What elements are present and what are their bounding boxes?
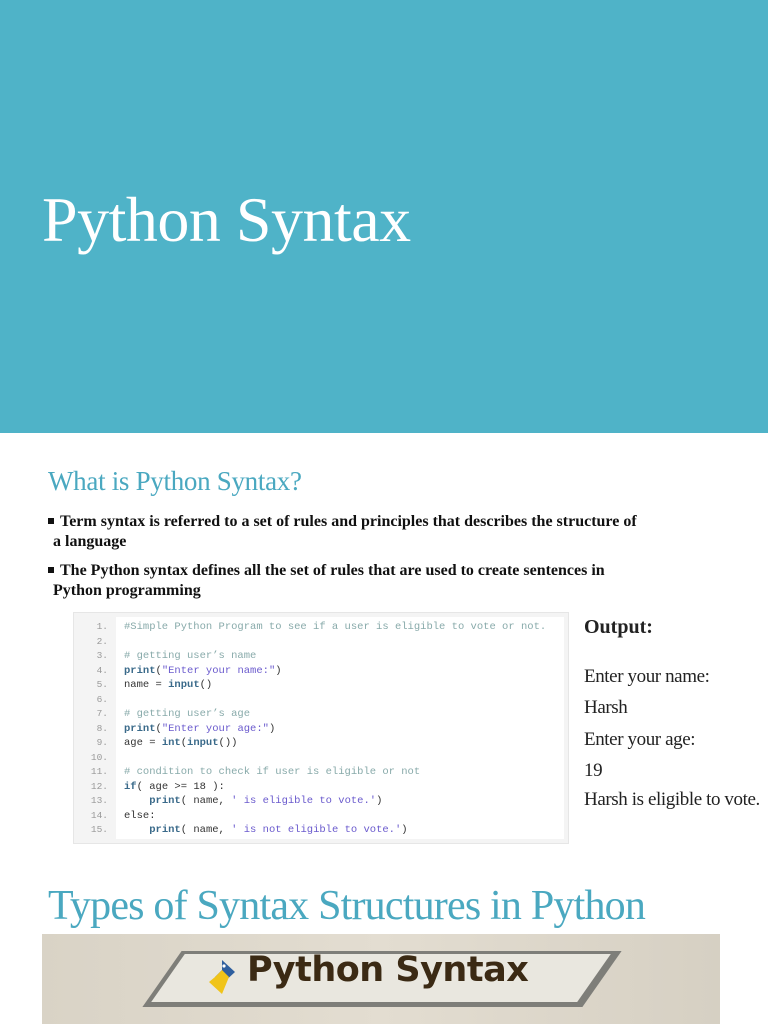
code-token-comment: #Simple Python Program to see if a user … xyxy=(124,621,547,633)
line-number: 5. xyxy=(96,679,108,690)
line-number: 15. xyxy=(90,824,108,835)
code-token-kw: if xyxy=(124,780,137,793)
output-line: 19 xyxy=(584,760,603,781)
code-token-str: ' is not eligible to vote.' xyxy=(231,824,402,836)
code-token-kw: print xyxy=(124,722,156,735)
line-number: 1. xyxy=(96,621,108,632)
code-token-plain: ( name, xyxy=(180,795,232,807)
line-number: 3. xyxy=(96,650,108,661)
line-number: 7. xyxy=(96,708,108,719)
section-heading-types: Types of Syntax Structures in Python xyxy=(48,883,646,929)
output-line: Enter your age: xyxy=(584,729,696,750)
code-token-plain: ()) xyxy=(218,737,238,749)
code-token-kw: int xyxy=(161,737,181,749)
title-slide-banner: Python Syntax xyxy=(0,0,768,433)
code-token-kw: print xyxy=(149,795,181,807)
code-token-comment: # getting user’s age xyxy=(124,708,251,720)
python-syntax-banner-image: Python Syntax xyxy=(42,934,720,1024)
slide-title: Python Syntax xyxy=(42,184,411,255)
code-token-kw: input xyxy=(187,737,219,749)
line-number: 6. xyxy=(96,693,108,705)
code-line: if( age >= 18 ): xyxy=(124,780,225,794)
code-token-kw: input xyxy=(168,679,200,691)
python-logo-icon xyxy=(209,960,235,994)
line-number: 8. xyxy=(96,722,108,734)
code-line: # condition to check if user is eligible… xyxy=(124,765,420,779)
section-heading: What is Python Syntax? xyxy=(48,466,302,496)
bullet-text: The Python syntax defines all the set of… xyxy=(60,562,605,579)
bullet-item: The Python syntax defines all the set of… xyxy=(48,561,728,601)
bullet-square-icon xyxy=(48,567,54,574)
code-token-str: "Enter your name:" xyxy=(161,664,276,677)
code-token-str: "Enter your age:" xyxy=(161,722,269,735)
output-heading: Output: xyxy=(584,616,653,638)
output-line: Harsh is eligible to vote. xyxy=(584,789,760,810)
line-number: 11. xyxy=(90,766,108,777)
code-token-plain: ) xyxy=(275,664,282,677)
code-token-plain: else: xyxy=(124,809,156,822)
code-token-kw: print xyxy=(124,664,156,677)
output-line: Enter your name: xyxy=(584,666,710,687)
bullet-text-cont: Python programming xyxy=(53,582,201,599)
output-line: Harsh xyxy=(584,697,628,718)
code-area: #Simple Python Program to see if a user … xyxy=(116,617,564,839)
code-line: age = int(input()) xyxy=(124,736,237,750)
code-token-plain: ( age >= 18 ): xyxy=(136,780,225,793)
bullet-text-cont: a language xyxy=(53,533,127,550)
line-number: 10. xyxy=(90,751,108,763)
line-number: 12. xyxy=(90,780,108,792)
code-line: # getting user’s name xyxy=(124,649,256,663)
code-token-plain: ) xyxy=(376,795,383,807)
bullet-square-icon xyxy=(48,518,54,525)
code-token-kw: print xyxy=(149,824,181,836)
code-line: #Simple Python Program to see if a user … xyxy=(124,620,546,634)
code-token-str: ' is eligible to vote.' xyxy=(231,795,377,807)
code-line: name = input() xyxy=(124,678,212,692)
line-number: 14. xyxy=(90,809,108,821)
code-token-plain: age = xyxy=(124,737,162,749)
code-line: # getting user’s age xyxy=(124,707,250,721)
code-token-plain: ) xyxy=(401,824,408,836)
code-token-comment: # getting user’s name xyxy=(124,650,257,662)
bullet-item: Term syntax is referred to a set of rule… xyxy=(48,512,728,552)
code-line: print( name, ' is eligible to vote.') xyxy=(124,794,382,808)
code-line: print("Enter your name:") xyxy=(124,664,282,678)
code-token-plain: ) xyxy=(268,722,276,735)
code-token-plain: name = xyxy=(124,679,169,691)
bullet-text: Term syntax is referred to a set of rule… xyxy=(60,513,637,530)
line-number: 4. xyxy=(96,664,108,676)
line-number: 13. xyxy=(90,795,108,806)
code-line: print( name, ' is not eligible to vote.'… xyxy=(124,823,408,837)
code-token-comment: # condition to check if user is eligible… xyxy=(124,766,421,778)
code-token-plain: () xyxy=(199,679,213,691)
code-line: else: xyxy=(124,809,156,823)
line-number: 2. xyxy=(96,635,108,647)
code-token-plain: ( name, xyxy=(180,824,232,836)
code-block: #Simple Python Program to see if a user … xyxy=(73,612,569,844)
code-line: print("Enter your age:") xyxy=(124,722,275,736)
line-number: 9. xyxy=(96,737,108,748)
image-title-text: Python Syntax xyxy=(247,950,529,990)
